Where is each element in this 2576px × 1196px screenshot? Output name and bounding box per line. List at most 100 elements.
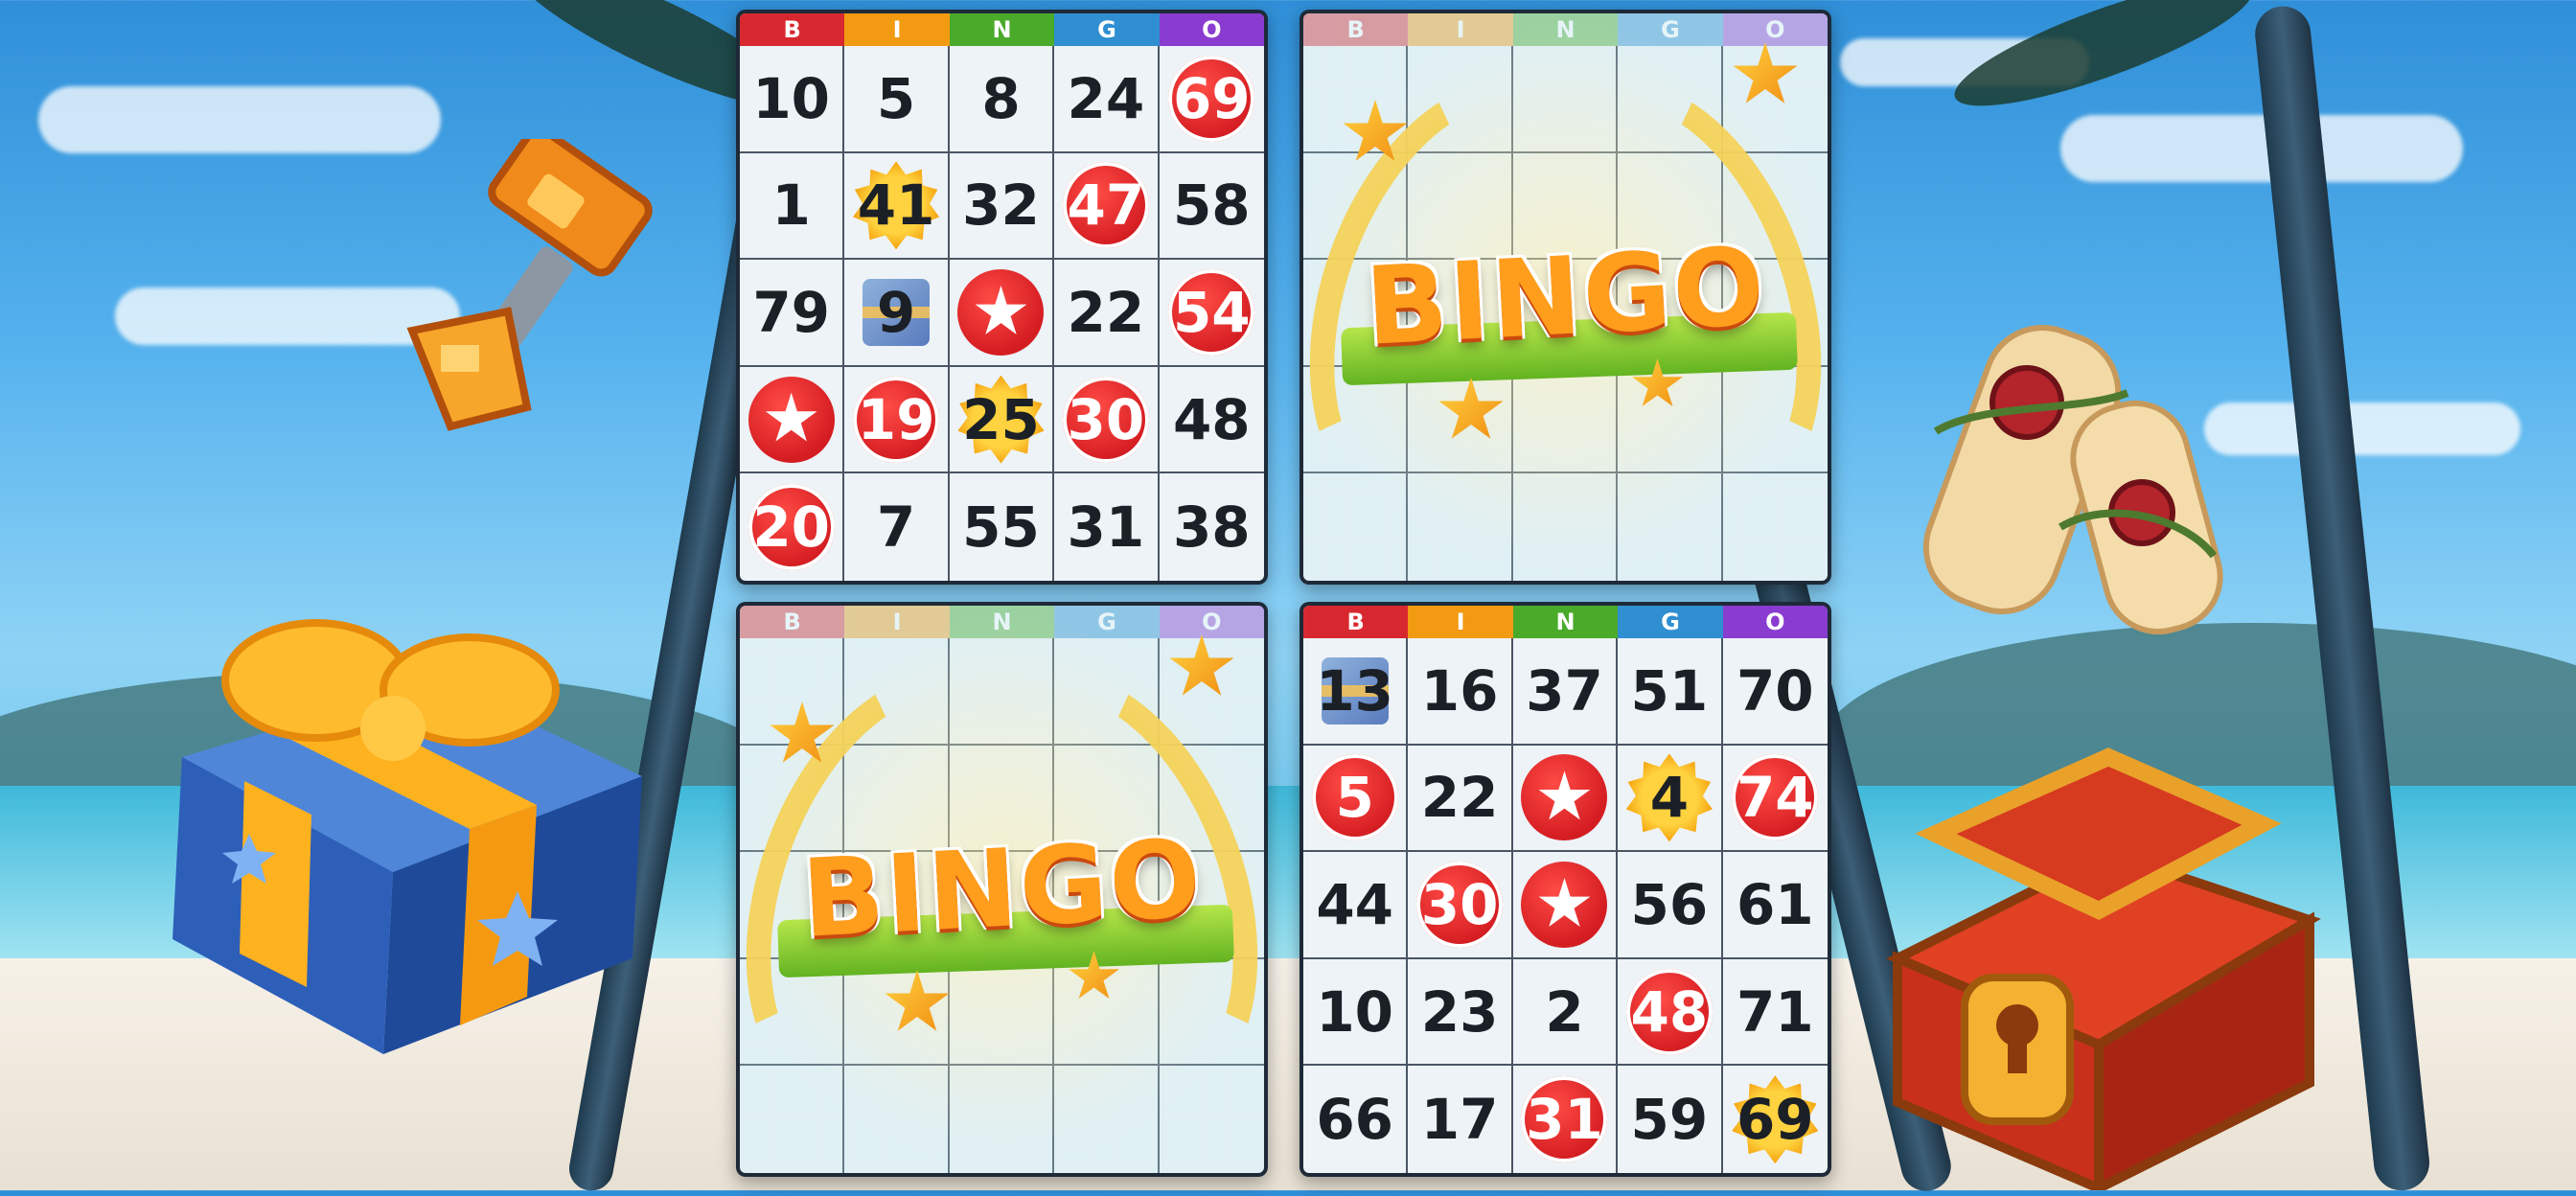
daubed-cell[interactable]: 19 (844, 366, 950, 474)
cell-number: 2 (1545, 978, 1584, 1045)
number-cell[interactable]: 5 (844, 46, 950, 153)
treasure-chest-icon (1886, 748, 2321, 1190)
bingo-win-overlay: BINGO (1303, 13, 1828, 581)
cell-number: 32 (962, 172, 1040, 239)
cell-number: 13 (1316, 657, 1394, 724)
number-cell[interactable]: 59 (1618, 1066, 1723, 1173)
number-cell[interactable]: 7 (844, 473, 950, 581)
number-cell[interactable]: 55 (950, 473, 1055, 581)
number-cell[interactable]: 32 (949, 152, 1055, 261)
daubed-cell[interactable]: 30 (1408, 852, 1513, 959)
number-cell[interactable]: 31 (1054, 473, 1160, 581)
header-letter-b: B (1303, 606, 1409, 638)
free-star-cell[interactable] (1512, 852, 1619, 959)
bingo-text: BINGO (798, 816, 1206, 962)
cell-number: 48 (1172, 386, 1251, 452)
cell-number: 1 (771, 172, 811, 239)
bingo-card-4[interactable]: B I N G O 13 16 37 51 70 5 22 4 74 44 30 56 61 10 23 2 4… (1300, 602, 1831, 1177)
cloud (38, 86, 441, 153)
daubed-cell[interactable]: 5 (1303, 745, 1409, 853)
star-icon (1733, 42, 1798, 104)
daubed-cell[interactable]: 31 (1513, 1066, 1619, 1173)
cell-number: 59 (1630, 1087, 1709, 1153)
daubed-cell[interactable]: 13 (1303, 638, 1409, 746)
daubed-cell[interactable]: 4 (1618, 745, 1723, 853)
header-letter-n: N (949, 13, 1055, 46)
cell-number: 22 (1067, 279, 1145, 345)
bingo-card-2[interactable]: B I N G O BINGO (1300, 10, 1831, 585)
cell-number: 7 (876, 494, 916, 561)
daubed-cell[interactable]: 25 (949, 366, 1055, 474)
cell-number: 8 (981, 65, 1021, 131)
header-letter-n: N (1512, 606, 1619, 638)
number-cell[interactable]: 10 (1303, 958, 1409, 1067)
number-cell[interactable]: 71 (1722, 959, 1828, 1067)
number-cell[interactable]: 48 (1159, 367, 1264, 474)
number-cell[interactable]: 66 (1303, 1066, 1409, 1173)
daubed-cell[interactable]: 30 (1054, 366, 1160, 474)
cell-number: 5 (876, 65, 916, 131)
daubed-cell[interactable]: 41 (844, 152, 950, 261)
cell-number: 30 (1067, 386, 1145, 452)
cell-number: 5 (1335, 765, 1374, 831)
number-cell[interactable]: 61 (1722, 852, 1828, 959)
free-star-cell[interactable] (1512, 745, 1619, 853)
number-cell[interactable]: 58 (1159, 153, 1264, 261)
number-cell[interactable]: 24 (1054, 46, 1160, 153)
cell-number: 61 (1736, 871, 1814, 937)
number-cell[interactable]: 70 (1722, 638, 1828, 746)
header-letter-g: G (1618, 606, 1723, 638)
cell-number: 31 (1526, 1087, 1603, 1153)
daubed-cell[interactable]: 47 (1054, 152, 1160, 261)
cell-number: 58 (1172, 172, 1251, 239)
cell-number: 56 (1630, 871, 1709, 937)
cell-number: 25 (962, 386, 1040, 452)
number-cell[interactable]: 56 (1618, 852, 1723, 959)
daubed-cell[interactable]: 54 (1159, 260, 1264, 367)
number-cell[interactable]: 79 (740, 260, 845, 367)
star-icon (1169, 634, 1234, 696)
number-cell[interactable]: 10 (740, 46, 845, 153)
cell-number: 71 (1736, 978, 1814, 1045)
number-cell[interactable]: 51 (1618, 638, 1723, 746)
cell-number: 44 (1316, 871, 1394, 937)
number-cell[interactable]: 1 (740, 152, 845, 261)
number-cell[interactable]: 38 (1160, 473, 1264, 581)
bingo-text: BINGO (1362, 224, 1769, 370)
gift-box-icon (172, 619, 642, 1054)
daubed-cell[interactable]: 9 (844, 260, 950, 367)
cell-number: 74 (1736, 765, 1814, 831)
cell-number: 41 (857, 172, 935, 239)
cell-number: 55 (962, 494, 1040, 561)
cell-number: 69 (1736, 1087, 1814, 1153)
cell-number: 30 (1420, 871, 1499, 937)
number-cell[interactable]: 22 (1408, 745, 1513, 853)
cell-number: 37 (1526, 657, 1603, 724)
number-cell[interactable]: 23 (1408, 958, 1513, 1067)
free-star-cell[interactable] (740, 366, 845, 474)
number-cell[interactable]: 8 (949, 46, 1055, 153)
free-star-cell[interactable] (949, 260, 1055, 367)
number-cell[interactable]: 22 (1054, 260, 1160, 367)
cell-number: 10 (752, 65, 831, 131)
cell-number: 4 (1649, 765, 1690, 831)
palm-frond (1943, 0, 2265, 129)
daubed-cell[interactable]: 20 (740, 473, 845, 581)
cell-number: 19 (857, 386, 935, 452)
cell-number: 9 (876, 279, 916, 345)
number-cell[interactable]: 2 (1512, 958, 1619, 1067)
daubed-cell[interactable]: 69 (1723, 1066, 1828, 1173)
bingo-card-3[interactable]: B I N G O BINGO (736, 602, 1268, 1177)
cell-number: 10 (1316, 978, 1394, 1045)
daubed-cell[interactable]: 69 (1159, 46, 1264, 153)
number-cell[interactable]: 16 (1408, 638, 1513, 746)
daubed-cell[interactable]: 48 (1618, 958, 1723, 1067)
number-cell[interactable]: 44 (1303, 852, 1409, 959)
header-letter-b: B (740, 13, 845, 46)
cell-number: 48 (1630, 978, 1709, 1045)
number-cell[interactable]: 37 (1512, 638, 1619, 746)
scroll-icon (1922, 325, 2223, 635)
number-cell[interactable]: 17 (1408, 1066, 1513, 1173)
bingo-card-1[interactable]: B I N G O 10 5 8 24 69 1 41 32 47 58 79 9 22 54 19 25 30… (736, 10, 1268, 585)
daubed-cell[interactable]: 74 (1722, 746, 1828, 853)
